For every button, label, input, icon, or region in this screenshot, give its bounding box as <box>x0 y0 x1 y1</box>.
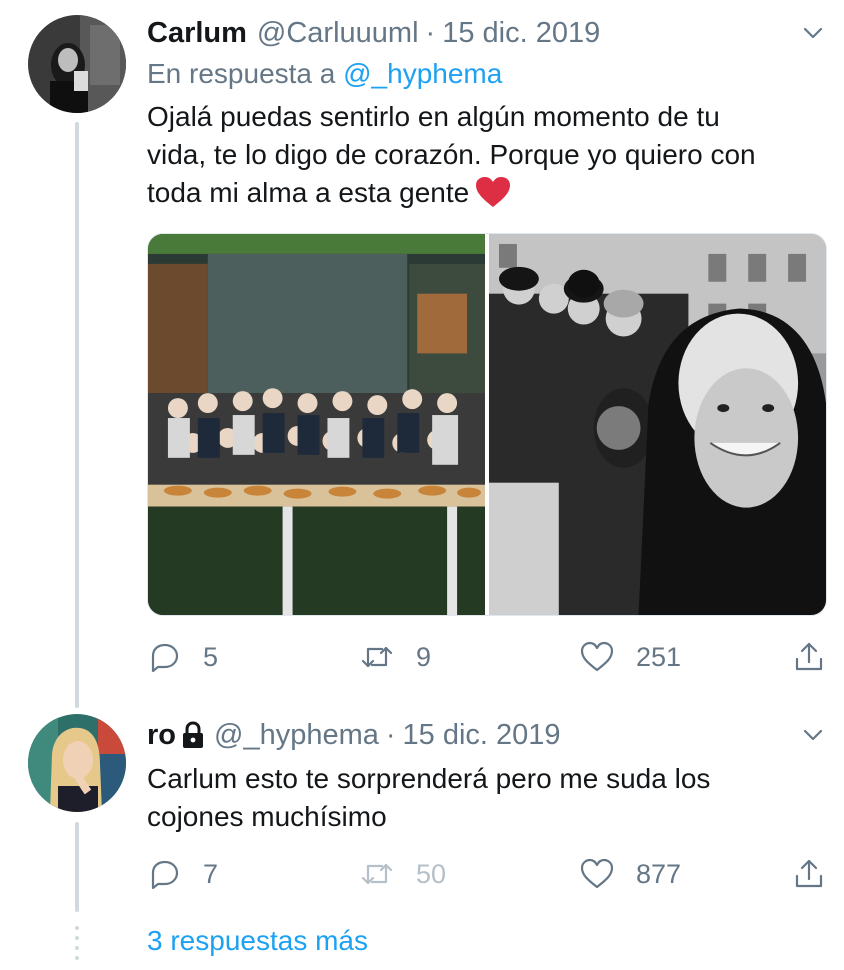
more-replies-link[interactable]: 3 respuestas más <box>147 925 368 957</box>
heart-icon <box>580 641 614 672</box>
tweet-date[interactable]: 15 dic. 2019 <box>442 17 600 50</box>
thread-line <box>75 822 79 912</box>
share-icon <box>795 642 823 671</box>
tweet-header: ro @_hyphema · 15 dic. 2019 <box>147 717 561 753</box>
tweet-actions: 7 50 877 <box>147 854 827 894</box>
chevron-down-icon[interactable] <box>802 724 824 746</box>
retweet-count: 50 <box>416 858 447 889</box>
retweet-button-disabled: 50 <box>360 854 446 894</box>
tweet-text-line: toda mi alma a esta gente <box>147 174 756 218</box>
reply-context: En respuesta a @_hyphema <box>147 58 502 90</box>
reply-count: 7 <box>203 858 219 889</box>
display-name[interactable]: Carlum <box>147 17 247 50</box>
retweet-button[interactable]: 9 <box>360 637 431 677</box>
avatar-carlum[interactable] <box>28 15 126 113</box>
reply-button[interactable]: 5 <box>147 637 218 677</box>
tweet-date[interactable]: 15 dic. 2019 <box>403 719 561 752</box>
red-heart-emoji-icon <box>475 176 511 218</box>
like-button[interactable]: 251 <box>580 637 681 677</box>
media-photo-group-selfie[interactable] <box>488 234 826 615</box>
tweet-actions: 5 9 251 <box>147 637 827 677</box>
reply-count: 5 <box>203 641 219 672</box>
tweet-text-line: Ojalá puedas sentirlo en algún momento d… <box>147 101 720 132</box>
media-photo-group-office[interactable] <box>148 234 485 615</box>
separator-dot: · <box>425 16 436 49</box>
lock-icon <box>180 721 206 749</box>
thread-dots <box>75 926 79 966</box>
display-name[interactable]: ro <box>147 719 176 752</box>
tweet-text-line: vida, te lo digo de corazón. Porque yo q… <box>147 139 756 170</box>
like-count: 251 <box>636 641 682 672</box>
share-button[interactable] <box>792 637 826 677</box>
chevron-down-icon[interactable] <box>802 22 824 44</box>
retweet-icon <box>361 863 393 885</box>
tweet-text: Ojalá puedas sentirlo en algún momento d… <box>147 98 756 218</box>
share-button[interactable] <box>792 854 826 894</box>
user-handle[interactable]: @_hyphema <box>214 719 379 752</box>
retweet-count: 9 <box>416 641 432 672</box>
tweet-header: Carlum @Carluuuml · 15 dic. 2019 <box>147 15 600 51</box>
media-grid <box>147 233 827 616</box>
user-handle[interactable]: @Carluuuml <box>257 17 419 50</box>
like-count: 877 <box>636 858 682 889</box>
reply-icon <box>151 643 179 673</box>
tweet-text-line-content: toda mi alma a esta gente <box>147 177 470 208</box>
reply-icon <box>151 860 179 890</box>
thread-line <box>75 122 79 708</box>
separator-dot: · <box>385 718 396 751</box>
reply-button[interactable]: 7 <box>147 854 218 894</box>
heart-icon <box>580 858 614 889</box>
share-icon <box>795 859 823 888</box>
tweet-text: Carlum esto te sorprenderá pero me suda … <box>147 760 710 836</box>
reply-prefix: En respuesta a <box>147 58 336 89</box>
tweet-text-line: cojones muchísimo <box>147 801 387 832</box>
tweet-text-line: Carlum esto te sorprenderá pero me suda … <box>147 763 711 794</box>
avatar-ro[interactable] <box>28 714 126 812</box>
retweet-icon <box>361 646 393 668</box>
like-button[interactable]: 877 <box>580 854 681 894</box>
reply-mention-link[interactable]: @_hyphema <box>343 58 502 89</box>
